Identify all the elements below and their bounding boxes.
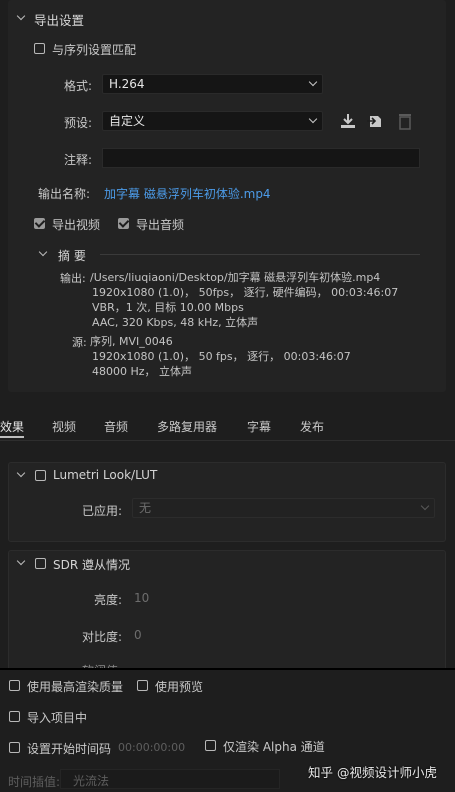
format-value: H.264 — [109, 77, 145, 91]
preset-dropdown[interactable]: 自定义 — [102, 111, 323, 131]
import-into-project-checkbox[interactable] — [9, 711, 20, 722]
lumetri-checkbox[interactable] — [35, 470, 46, 481]
format-label: 格式: — [64, 79, 93, 93]
max-render-quality-label: 使用最高渲染质量 — [27, 680, 124, 694]
lumetri-title: Lumetri Look/LUT — [53, 468, 158, 482]
watermark-text: 知乎 @视频设计师小虎 — [308, 765, 437, 780]
source-video-spec: 1920x1080 (1.0)， 50 fps， 逐行， 00:03:46:07 — [92, 350, 351, 363]
start-timecode-value[interactable]: 00:00:00:00 — [118, 741, 185, 754]
sdr-checkbox[interactable] — [35, 558, 46, 569]
summary-title: 摘 要 — [58, 249, 86, 263]
source-summary-lines: 序列, MVI_0046 1920x1080 (1.0)， 50 fps， 逐行… — [90, 334, 351, 379]
max-render-quality-checkbox[interactable] — [9, 680, 20, 691]
source-sequence: 序列, MVI_0046 — [90, 335, 173, 348]
render-alpha-only-label: 仅渲染 Alpha 通道 — [223, 740, 325, 754]
export-video-label: 导出视频 — [52, 218, 101, 232]
applied-value: 无 — [139, 501, 152, 515]
tab-effects-underline — [0, 436, 24, 438]
output-bitrate-spec: VBR，1 次, 目标 10.00 Mbps — [92, 301, 244, 314]
source-summary-label: 源: — [72, 336, 87, 349]
match-sequence-checkbox[interactable] — [34, 43, 45, 54]
tab-video[interactable]: 视频 — [52, 418, 76, 435]
save-preset-icon[interactable] — [338, 111, 358, 131]
preset-label: 预设: — [64, 116, 93, 130]
tab-bar-divider — [0, 440, 455, 441]
chevron-down-icon — [420, 501, 430, 511]
time-interpolation-value: 光流法 — [73, 774, 110, 788]
tab-audio[interactable]: 音频 — [104, 418, 128, 435]
comment-label: 注释: — [64, 153, 93, 167]
output-summary-label: 输出: — [60, 272, 86, 285]
tab-publish[interactable]: 发布 — [300, 418, 324, 435]
summary-divider — [100, 254, 420, 255]
output-path: /Users/liuqiaoni/Desktop/加字幕 磁悬浮列车初体验.mp… — [90, 271, 381, 284]
brightness-label: 亮度: — [94, 593, 123, 607]
brightness-value[interactable]: 10 — [134, 591, 149, 605]
match-sequence-label: 与序列设置匹配 — [52, 43, 137, 57]
export-settings-title: 导出设置 — [34, 13, 85, 28]
chevron-down-icon — [308, 77, 318, 87]
output-name-label: 输出名称: — [38, 187, 91, 201]
export-audio-checkbox[interactable] — [118, 218, 129, 229]
applied-dropdown[interactable]: 无 — [132, 498, 435, 518]
tab-effects[interactable]: 效果 — [0, 418, 24, 435]
output-summary-lines: /Users/liuqiaoni/Desktop/加字幕 磁悬浮列车初体验.mp… — [90, 270, 398, 330]
set-start-timecode-label: 设置开始时间码 — [27, 742, 112, 756]
chevron-down-icon — [308, 114, 318, 124]
applied-label: 已应用: — [82, 504, 123, 518]
preset-value: 自定义 — [109, 114, 146, 128]
export-video-checkbox[interactable] — [34, 218, 45, 229]
use-previews-checkbox[interactable] — [137, 680, 148, 691]
source-audio-spec: 48000 Hz， 立体声 — [92, 365, 193, 378]
sdr-title: SDR 遵从情况 — [53, 558, 131, 572]
time-interpolation-dropdown[interactable]: 光流法 — [60, 769, 280, 789]
import-preset-icon[interactable] — [365, 111, 387, 131]
delete-preset-icon[interactable] — [397, 111, 413, 131]
comment-input[interactable] — [102, 148, 420, 168]
set-start-timecode-checkbox[interactable] — [9, 742, 20, 753]
output-video-spec: 1920x1080 (1.0)， 50fps， 逐行, 硬件编码， 00:03:… — [92, 286, 399, 299]
use-previews-label: 使用预览 — [155, 680, 204, 694]
tab-multiplexer[interactable]: 多路复用器 — [157, 418, 217, 435]
format-dropdown[interactable]: H.264 — [102, 74, 323, 94]
tab-captions[interactable]: 字幕 — [247, 418, 271, 435]
export-audio-label: 导出音频 — [136, 218, 185, 232]
contrast-label: 对比度: — [82, 630, 123, 644]
time-interpolation-label: 时间插值: — [8, 775, 61, 789]
render-alpha-only-checkbox[interactable] — [205, 740, 216, 751]
import-into-project-label: 导入项目中 — [27, 711, 88, 725]
output-name-link[interactable]: 加字幕 磁悬浮列车初体验.mp4 — [104, 185, 271, 202]
contrast-value[interactable]: 0 — [134, 628, 142, 642]
output-audio-spec: AAC, 320 Kbps, 48 kHz, 立体声 — [92, 316, 259, 329]
